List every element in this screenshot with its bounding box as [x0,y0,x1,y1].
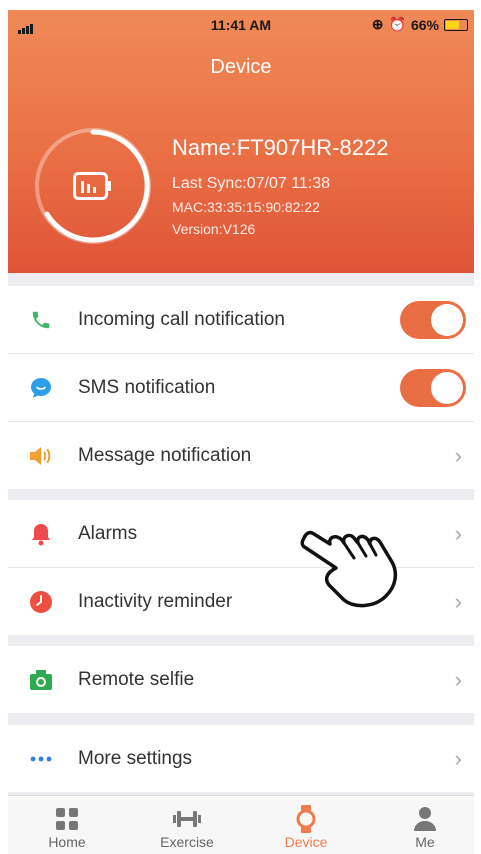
tab-device-label: Device [284,834,328,850]
camera-group: Remote selfie › [8,646,474,713]
chevron-right-icon: › [454,588,462,614]
grid-icon [22,804,112,834]
more-settings-row[interactable]: More settings › [8,725,474,792]
sms-label: SMS notification [78,376,216,398]
alarms-label: Alarms [78,522,138,544]
sms-toggle[interactable] [400,368,466,407]
last-sync: Last Sync:07/07 11:38 [172,175,331,192]
battery-icon [444,18,468,31]
tab-home[interactable]: Home [22,804,112,850]
more-dots-icon [28,746,54,772]
chevron-right-icon: › [454,442,462,468]
more-settings-label: More settings [78,747,193,769]
dumbbell-icon [142,804,232,834]
chevron-right-icon: › [454,745,462,771]
device-name: Name:FT907HR-8222 [172,135,389,160]
tab-exercise[interactable]: Exercise [142,804,232,850]
phone-icon [28,307,54,333]
mac-address: MAC:33:35:15:90:82:22 [172,199,320,215]
message-notification-row[interactable]: Message notification › [8,422,474,489]
tab-me-label: Me [415,834,435,850]
lock-rotation-icon: ⊕ [371,16,384,32]
sms-bubble-icon [28,375,54,401]
tab-device[interactable]: Device [261,804,351,850]
incoming-call-row[interactable]: Incoming call notification [8,286,474,354]
chevron-right-icon: › [454,666,462,692]
remote-selfie-row[interactable]: Remote selfie › [8,646,474,713]
device-sync-ring[interactable] [35,128,151,244]
message-notification-label: Message notification [78,444,252,466]
sms-row[interactable]: SMS notification [8,354,474,422]
incoming-call-label: Incoming call notification [78,308,285,330]
watch-icon [261,804,351,834]
inactivity-label: Inactivity reminder [78,590,233,612]
device-header: 11:41 AM ⊕ ⏰ 66% Device Name:FT907HR-822… [8,10,474,273]
bell-icon [28,521,54,547]
camera-icon [28,667,54,693]
app-screen: 11:41 AM ⊕ ⏰ 66% Device Name:FT907HR-822… [8,10,474,854]
band-battery-icon [73,172,111,200]
status-bar: 11:41 AM ⊕ ⏰ 66% [8,10,474,38]
clock-icon [28,589,54,615]
battery-percent: 66% [410,16,439,33]
remote-selfie-label: Remote selfie [78,668,195,690]
alarm-clock-icon: ⏰ [388,16,406,32]
tab-me[interactable]: Me [380,804,470,850]
tap-hand-icon [300,530,398,608]
tab-exercise-label: Exercise [160,834,214,850]
incoming-call-toggle[interactable] [400,300,466,339]
page-title: Device [210,56,272,78]
chevron-right-icon: › [454,520,462,546]
user-icon [380,804,470,834]
tab-home-label: Home [48,834,86,850]
device-info: Name:FT907HR-8222 Last Sync:07/07 11:38 … [172,135,388,243]
speaker-icon [28,443,54,469]
more-group: More settings › [8,725,474,792]
status-right: ⊕ ⏰ 66% [372,16,468,33]
notification-group: Incoming call notification SMS notificat… [8,286,474,489]
firmware-version: Version:V126 [172,221,256,237]
tab-bar: Home Exercise Device Me [8,795,474,854]
